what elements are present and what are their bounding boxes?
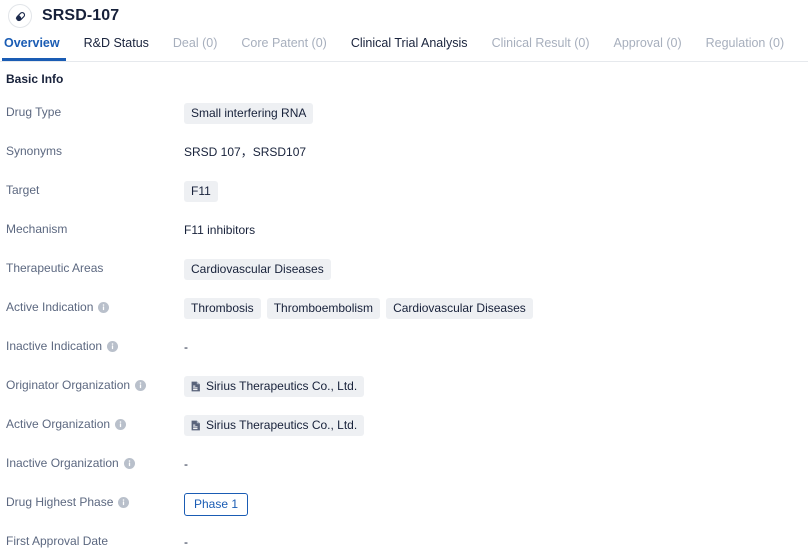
row-label-inactive-organization: Inactive Organization <box>0 453 184 471</box>
row-label-target: Target <box>0 180 184 198</box>
value-text: F11 inhibitors <box>184 223 256 237</box>
overview-content: Basic Info Drug Type Small interfering RN… <box>0 62 808 558</box>
phase-badge[interactable]: Phase 1 <box>184 493 249 516</box>
row-label-inactive-indication: Inactive Indication <box>0 336 184 354</box>
label-text: Originator Organization <box>6 378 131 392</box>
row-value-first-approval-date: - <box>184 531 808 552</box>
row-label-synonyms: Synonyms <box>0 141 184 159</box>
tab-bar: Overview R&D Status Deal (0) Core Patent (0… <box>0 32 808 62</box>
tab-overview[interactable]: Overview <box>0 32 72 61</box>
chip-label: Sirius Therapeutics Co., Ltd. <box>206 379 358 393</box>
label-text: Mechanism <box>6 222 68 236</box>
row-value-originator-organization: Sirius Therapeutics Co., Ltd. <box>184 375 808 397</box>
row-value-drug-type: Small interfering RNA <box>184 102 808 124</box>
empty-value: - <box>184 457 188 471</box>
tag-chip[interactable]: Cardiovascular Diseases <box>386 298 533 319</box>
tag-chip[interactable]: F11 <box>184 181 218 202</box>
label-text: First Approval Date <box>6 534 109 548</box>
pill-capsule-icon <box>8 4 32 28</box>
row-value-therapeutic-areas: Cardiovascular Diseases <box>184 258 808 280</box>
label-text: Inactive Organization <box>6 456 119 470</box>
drug-header: SRSD-107 <box>0 0 808 32</box>
tab-regulation-0[interactable]: Regulation (0) <box>694 32 797 61</box>
page-title: SRSD-107 <box>42 7 120 24</box>
info-icon[interactable] <box>123 457 135 469</box>
row-therapeutic-areas: Therapeutic Areas Cardiovascular Diseases <box>0 258 808 297</box>
row-value-target: F11 <box>184 180 808 202</box>
row-value-active-organization: Sirius Therapeutics Co., Ltd. <box>184 414 808 436</box>
organization-chip[interactable]: Sirius Therapeutics Co., Ltd. <box>184 415 365 436</box>
tag-chip[interactable]: Thrombosis <box>184 298 261 319</box>
row-label-active-indication: Active Indication <box>0 297 184 315</box>
info-icon[interactable] <box>98 301 110 313</box>
row-label-first-approval-date: First Approval Date <box>0 531 184 549</box>
empty-value: - <box>184 340 188 354</box>
row-value-active-indication: Thrombosis Thromboembolism Cardiovascular … <box>184 297 808 319</box>
row-label-active-organization: Active Organization <box>0 414 184 432</box>
row-drug-highest-phase: Drug Highest Phase Phase 1 <box>0 492 808 531</box>
empty-value: - <box>184 535 188 549</box>
label-text: Drug Highest Phase <box>6 495 114 509</box>
info-icon[interactable] <box>135 379 147 391</box>
label-text: Drug Type <box>6 105 62 119</box>
label-text: Inactive Indication <box>6 339 103 353</box>
section-title-basic-info: Basic Info <box>6 72 64 86</box>
label-text: Synonyms <box>6 144 63 158</box>
row-label-mechanism: Mechanism <box>0 219 184 237</box>
row-value-inactive-indication: - <box>184 336 808 357</box>
organization-icon <box>191 420 201 431</box>
organization-chip[interactable]: Sirius Therapeutics Co., Ltd. <box>184 376 365 397</box>
tag-chip[interactable]: Thromboembolism <box>266 298 381 319</box>
row-drug-type: Drug Type Small interfering RNA <box>0 102 808 141</box>
chip-label: Sirius Therapeutics Co., Ltd. <box>206 418 358 432</box>
label-text: Target <box>6 183 40 197</box>
tab-clinical-result-0[interactable]: Clinical Result (0) <box>480 32 602 61</box>
info-icon[interactable] <box>107 340 119 352</box>
row-value-drug-highest-phase: Phase 1 <box>184 492 808 516</box>
row-value-mechanism: F11 inhibitors <box>184 219 808 240</box>
row-mechanism: Mechanism F11 inhibitors <box>0 219 808 258</box>
row-target: Target F11 <box>0 180 808 219</box>
value-text: SRSD 107，SRSD107 <box>184 145 307 159</box>
tab-deal-0[interactable]: Deal (0) <box>161 32 229 61</box>
tag-chip[interactable]: Cardiovascular Diseases <box>184 259 331 280</box>
row-first-approval-date: First Approval Date - <box>0 531 808 558</box>
organization-icon <box>191 381 201 392</box>
label-text: Active Indication <box>6 300 94 314</box>
row-inactive-organization: Inactive Organization - <box>0 453 808 492</box>
basic-info-rows: Drug Type Small interfering RNA Synonyms SR… <box>0 102 808 558</box>
tab-clinical-trial-analysis[interactable]: Clinical Trial Analysis <box>339 32 480 61</box>
tab-r-d-status[interactable]: R&D Status <box>72 32 161 61</box>
label-text: Therapeutic Areas <box>6 261 104 275</box>
row-value-inactive-organization: - <box>184 453 808 474</box>
row-label-therapeutic-areas: Therapeutic Areas <box>0 258 184 276</box>
row-label-drug-highest-phase: Drug Highest Phase <box>0 492 184 510</box>
row-originator-organization: Originator Organization Sirius Therapeuti… <box>0 375 808 414</box>
tag-chip[interactable]: Small interfering RNA <box>184 103 314 124</box>
row-label-drug-type: Drug Type <box>0 102 184 120</box>
row-label-originator-organization: Originator Organization <box>0 375 184 393</box>
row-active-organization: Active Organization Sirius Therapeutics C… <box>0 414 808 453</box>
row-synonyms: Synonyms SRSD 107，SRSD107 <box>0 141 808 180</box>
row-inactive-indication: Inactive Indication - <box>0 336 808 375</box>
info-icon[interactable] <box>118 496 130 508</box>
label-text: Active Organization <box>6 417 111 431</box>
row-active-indication: Active Indication Thrombosis Thromboemboli… <box>0 297 808 336</box>
info-icon[interactable] <box>115 418 127 430</box>
tab-core-patent-0[interactable]: Core Patent (0) <box>229 32 338 61</box>
tab-approval-0[interactable]: Approval (0) <box>602 32 694 61</box>
row-value-synonyms: SRSD 107，SRSD107 <box>184 141 808 162</box>
